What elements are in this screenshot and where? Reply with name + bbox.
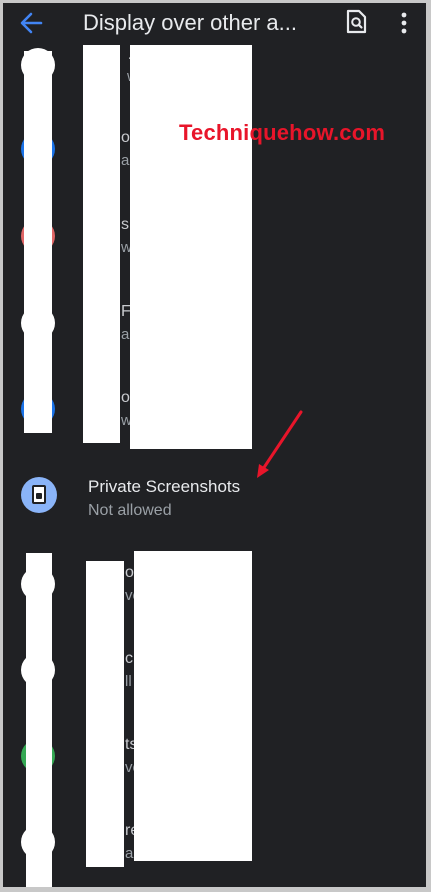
redaction-mask <box>83 45 120 443</box>
private-screenshots-app-icon <box>21 477 57 513</box>
redaction-mask <box>130 45 252 449</box>
redaction-mask <box>134 551 252 861</box>
lock-icon <box>36 493 42 499</box>
redaction-mask <box>24 51 52 433</box>
redaction-mask <box>86 561 124 867</box>
screen: Display over other a... … w oi al si w F… <box>3 3 426 887</box>
app-name-fragment: c <box>125 650 133 667</box>
app-name: Private Screenshots <box>88 477 241 496</box>
app-status-fragment: ll <box>125 673 132 690</box>
annotation-arrow-icon <box>257 410 303 478</box>
app-permission-status: Not allowed <box>88 502 172 519</box>
redaction-mask <box>26 553 52 887</box>
watermark-text: Techniquehow.com <box>179 120 386 145</box>
